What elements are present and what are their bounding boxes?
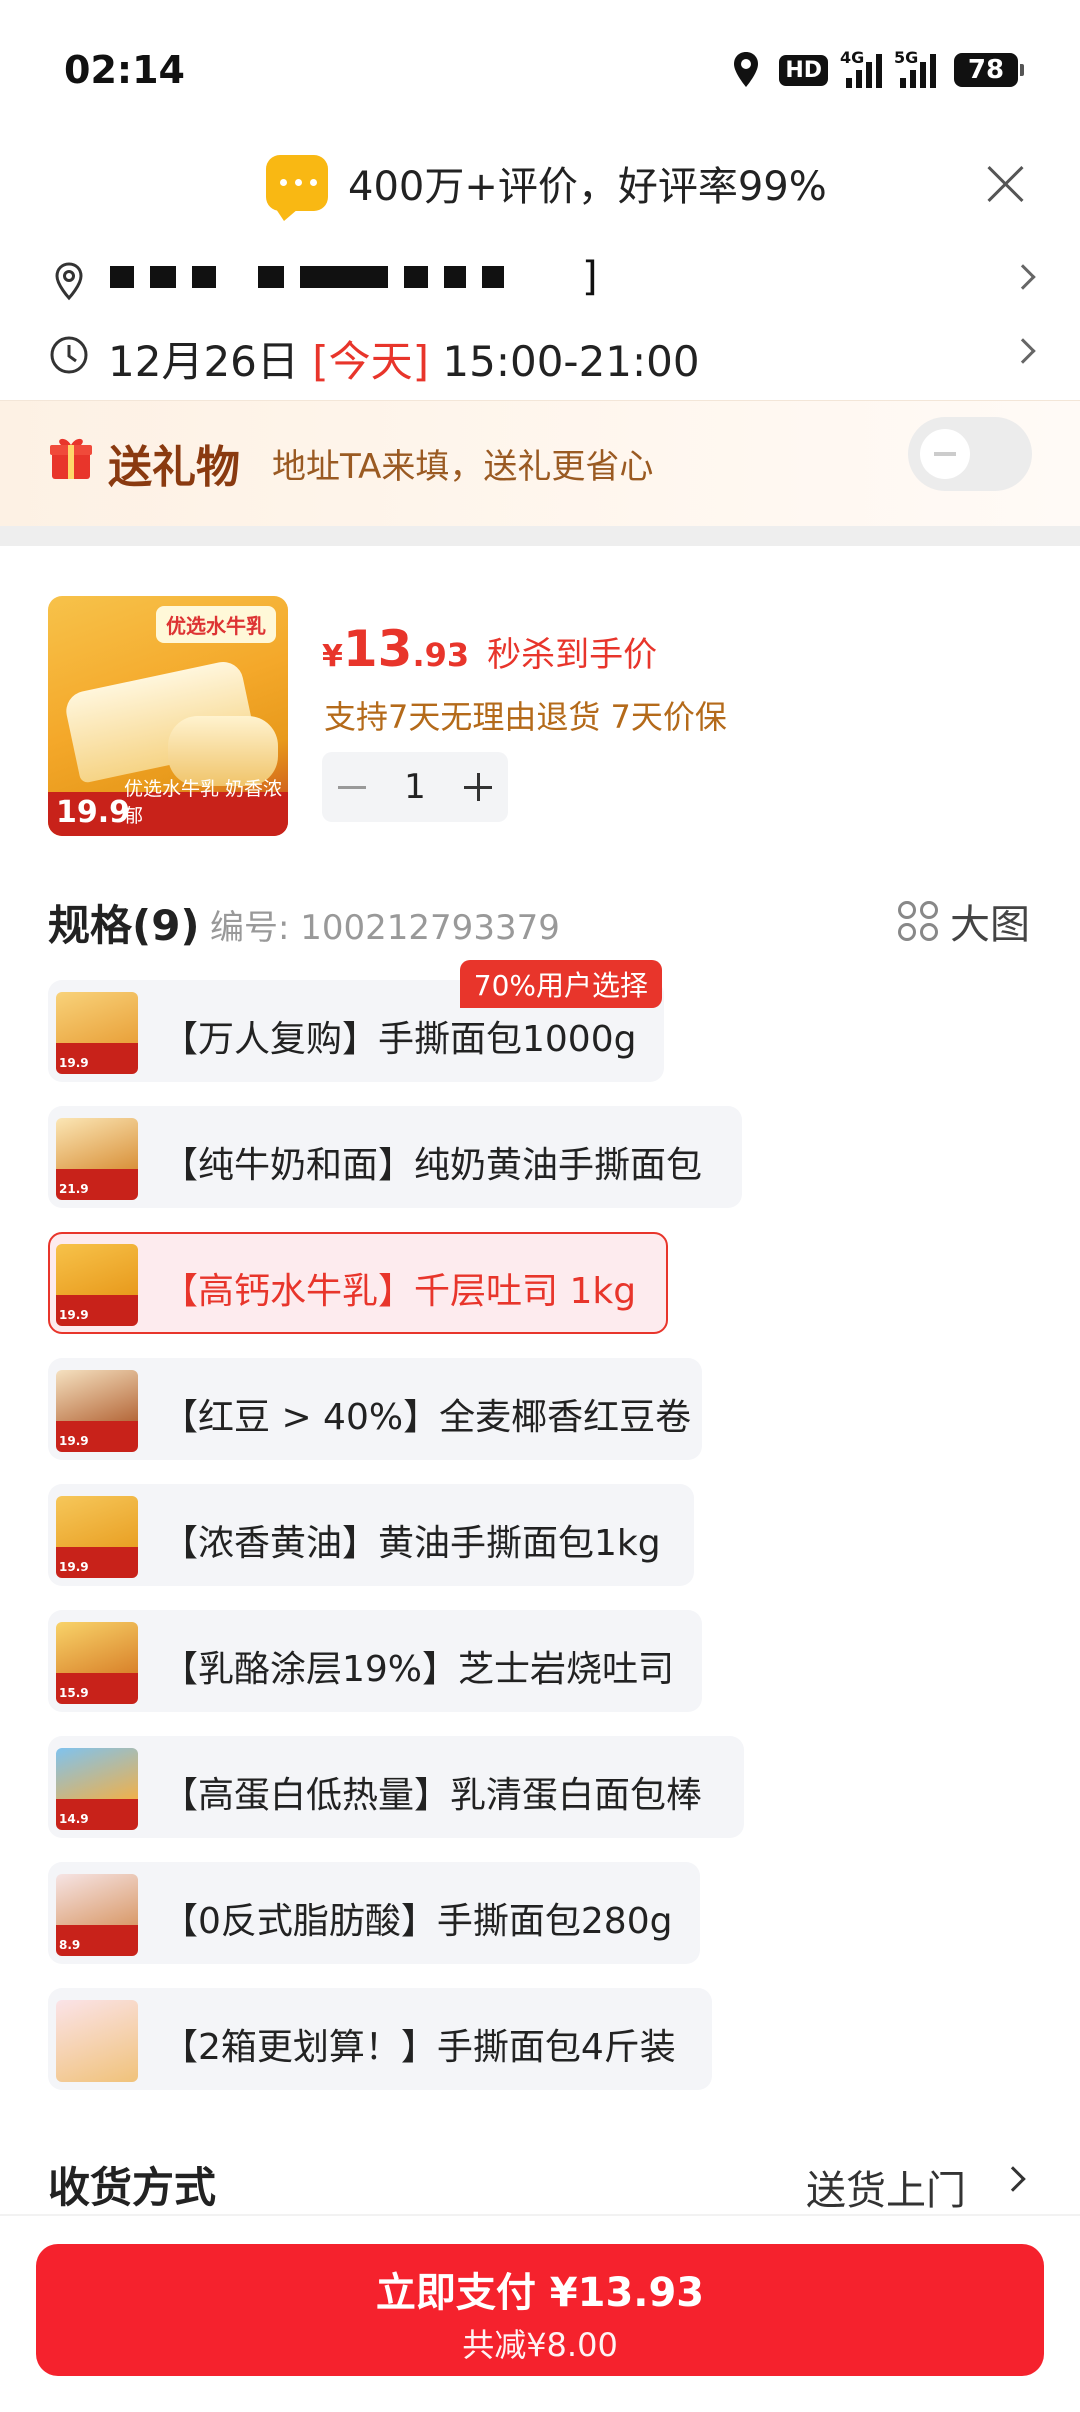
- pay-main-label: 立即支付 ¥13.93: [375, 2270, 705, 2316]
- option-thumbnail: 19.9: [56, 1496, 138, 1578]
- option-label: 【浓香黄油】黄油手撕面包1kg: [162, 1523, 661, 1564]
- close-icon[interactable]: [984, 162, 1028, 206]
- address-row[interactable]: ]: [0, 246, 1080, 316]
- bottom-divider: [0, 2214, 1080, 2216]
- spec-option[interactable]: 19.9 【红豆 > 40%】全麦椰香红豆卷: [48, 1358, 702, 1460]
- status-bar: 02:14 HD 4G 5G 78: [0, 0, 1080, 130]
- product-image-price: 19.9: [56, 795, 131, 830]
- option-label: 【红豆 > 40%】全麦椰香红豆卷: [162, 1397, 692, 1438]
- product-price: ¥ 13 .93 秒杀到手价: [322, 620, 657, 678]
- gift-title: 送礼物: [108, 442, 240, 493]
- option-label: 【2箱更划算！】手撕面包4斤装: [162, 2027, 676, 2068]
- delivery-time-text: 12月26日 [今天] 15:00-21:00: [108, 328, 700, 389]
- hd-badge: HD: [779, 54, 828, 86]
- delivery-today: [今天]: [312, 337, 430, 386]
- location-icon: [734, 52, 759, 87]
- option-label: 【万人复购】手撕面包1000g: [162, 1019, 637, 1060]
- gift-row: 送礼物 地址TA来填，送礼更省心: [0, 400, 1080, 526]
- option-thumbnail: 19.9: [56, 1244, 138, 1326]
- delivery-window: 15:00-21:00: [442, 337, 700, 386]
- option-thumbnail: 19.9: [56, 1370, 138, 1452]
- grid-icon: [898, 901, 938, 941]
- option-label: 【0反式脂肪酸】手撕面包280g: [162, 1901, 673, 1942]
- signal-4g-icon: 4G: [840, 48, 882, 88]
- option-label: 【高蛋白低热量】乳清蛋白面包棒: [162, 1775, 703, 1816]
- option-label: 【纯牛奶和面】纯奶黄油手撕面包: [162, 1145, 703, 1186]
- guarantee-text: 支持7天无理由退货 7天价保: [324, 698, 727, 736]
- quantity-stepper: 1: [322, 752, 508, 822]
- spec-option[interactable]: 21.9 【纯牛奶和面】纯奶黄油手撕面包: [48, 1106, 742, 1208]
- delivery-method-value[interactable]: 送货上门: [806, 2158, 966, 2216]
- gift-icon: [50, 438, 92, 479]
- option-thumbnail: 8.9: [56, 1874, 138, 1956]
- section-divider: [0, 526, 1080, 546]
- chevron-right-icon: [1010, 264, 1036, 290]
- price-integer: 13: [342, 620, 413, 678]
- product-image-strip: 优选水牛乳 奶香浓郁: [124, 778, 283, 827]
- quantity-value[interactable]: 1: [404, 767, 426, 807]
- option-thumbnail: [56, 2000, 138, 2082]
- popular-badge: 70%用户选择: [459, 960, 662, 1008]
- pay-discount-label: 共减¥8.00: [462, 2326, 618, 2364]
- battery-icon: 78: [954, 53, 1024, 87]
- clock-icon: [50, 336, 88, 374]
- spec-option-selected[interactable]: 19.9 【高钙水牛乳】千层吐司 1kg: [48, 1232, 668, 1334]
- price-decimal: .93: [412, 636, 470, 674]
- signal-5g-icon: 5G: [894, 48, 936, 88]
- chat-bubble-icon: [266, 155, 328, 221]
- status-icons: HD 4G 5G 78: [731, 48, 1024, 92]
- option-thumbnail: 15.9: [56, 1622, 138, 1704]
- gift-toggle[interactable]: [908, 417, 1032, 491]
- review-banner: 400万+评价，好评率99%: [0, 150, 1080, 230]
- pay-now-button[interactable]: 立即支付 ¥13.93 共减¥8.00: [36, 2244, 1044, 2376]
- location-pin-icon: [55, 262, 83, 301]
- delivery-time-row[interactable]: 12月26日 [今天] 15:00-21:00: [0, 320, 1080, 390]
- product-image-tag: 优选水牛乳: [156, 606, 276, 643]
- big-picture-button[interactable]: 大图: [898, 892, 1030, 950]
- chevron-right-icon[interactable]: [1000, 2166, 1026, 2192]
- gift-desc: 地址TA来填，送礼更省心: [272, 447, 654, 487]
- address-end: ]: [582, 254, 598, 300]
- price-currency: ¥: [322, 639, 343, 674]
- spec-option[interactable]: 【2箱更划算！】手撕面包4斤装: [48, 1988, 712, 2090]
- option-thumbnail: 19.9: [56, 992, 138, 1074]
- address-masked: [110, 266, 520, 288]
- delivery-date: 12月26日: [108, 337, 299, 386]
- big-picture-label: 大图: [950, 902, 1030, 948]
- product-image[interactable]: 优选水牛乳 19.9 优选水牛乳 奶香浓郁: [48, 596, 288, 836]
- spec-code: 编号: 100212793379: [210, 908, 560, 948]
- review-text: 400万+评价，好评率99%: [348, 164, 827, 210]
- option-thumbnail: 21.9: [56, 1118, 138, 1200]
- price-tag: 秒杀到手价: [487, 635, 658, 675]
- plus-icon[interactable]: [462, 771, 494, 803]
- spec-option[interactable]: 15.9 【乳酪涂层19%】芝士岩烧吐司: [48, 1610, 702, 1712]
- chevron-right-icon: [1010, 338, 1036, 364]
- option-thumbnail: 14.9: [56, 1748, 138, 1830]
- spec-option[interactable]: 8.9 【0反式脂肪酸】手撕面包280g: [48, 1862, 700, 1964]
- status-time: 02:14: [64, 48, 185, 92]
- spec-option[interactable]: 19.9 【浓香黄油】黄油手撕面包1kg: [48, 1484, 694, 1586]
- spec-option[interactable]: 14.9 【高蛋白低热量】乳清蛋白面包棒: [48, 1736, 744, 1838]
- toggle-knob: [920, 429, 970, 479]
- option-label: 【高钙水牛乳】千层吐司 1kg: [162, 1271, 637, 1312]
- spec-option[interactable]: 19.9 【万人复购】手撕面包1000g 70%用户选择: [48, 960, 664, 1082]
- delivery-method-title: 收货方式: [48, 2163, 217, 2212]
- option-label: 【乳酪涂层19%】芝士岩烧吐司: [162, 1649, 675, 1690]
- spec-title: 规格(9): [48, 901, 200, 950]
- minus-icon[interactable]: [336, 771, 368, 803]
